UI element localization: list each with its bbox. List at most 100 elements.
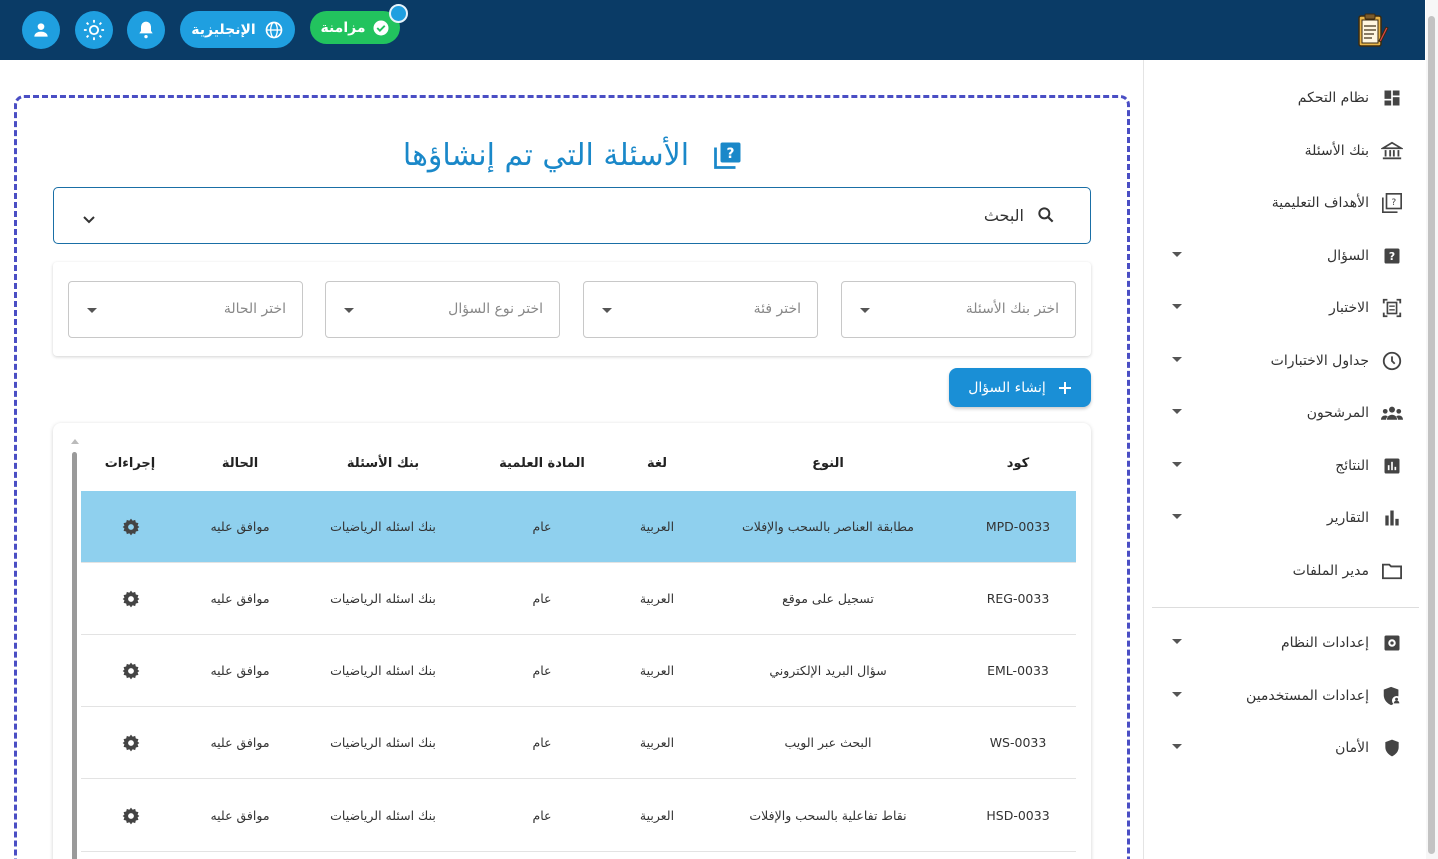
create-question-button[interactable]: إنشاء السؤال <box>949 368 1091 407</box>
column-header-language[interactable]: لغة <box>617 456 697 471</box>
sidebar-item-label: التقارير <box>1326 510 1369 526</box>
cell-language: العربية <box>639 663 675 678</box>
cell-status: موافق عليه <box>210 591 270 606</box>
sidebar: نظام التحكم بنك الأسئلة الأهداف التعليمي… <box>1143 60 1426 859</box>
exam-icon <box>1381 297 1403 319</box>
language-button[interactable]: الإنجليزية <box>180 11 295 48</box>
sidebar-item-question-bank[interactable]: بنك الأسئلة <box>1144 131 1427 171</box>
chevron-down-icon <box>1172 252 1182 257</box>
chevron-down-icon <box>1172 304 1182 309</box>
cell-status: موافق عليه <box>210 808 270 823</box>
filters-card: اختر بنك الأسئلة اختر فئة اختر نوع السؤا… <box>53 262 1091 356</box>
sidebar-item-label: نظام التحكم <box>1297 90 1369 106</box>
sidebar-item-file-manager[interactable]: مدير الملفات <box>1144 551 1427 591</box>
chevron-down-icon <box>1172 639 1182 644</box>
sidebar-item-exam-schedules[interactable]: جداول الاختبارات <box>1144 341 1427 381</box>
app-logo[interactable] <box>1352 11 1390 49</box>
sidebar-item-question[interactable]: السؤال ? <box>1144 236 1427 276</box>
user-shield-icon <box>1381 685 1403 707</box>
sync-indicator-dot <box>389 4 408 23</box>
sidebar-item-system-settings[interactable]: إعدادات النظام <box>1144 623 1427 663</box>
sidebar-item-results[interactable]: النتائج <box>1144 446 1427 486</box>
column-header-status[interactable]: الحالة <box>190 456 290 471</box>
sidebar-item-exam[interactable]: الاختبار <box>1144 288 1427 328</box>
chevron-down-icon[interactable] <box>82 210 96 229</box>
cell-type: مطابقة العناصر بالسحب والإفلات <box>741 519 914 534</box>
table-row[interactable]: MPD-0033 مطابقة العناصر بالسحب والإفلات … <box>81 491 1076 563</box>
svg-text:?: ? <box>1389 250 1395 263</box>
sidebar-item-security[interactable]: الأمان <box>1144 728 1427 768</box>
page-title-text: الأسئلة التي تم إنشاؤها <box>402 137 690 173</box>
column-header-actions: إجراءات <box>104 456 156 471</box>
cell-subject: عام <box>532 519 552 534</box>
gear-icon[interactable] <box>121 661 141 681</box>
sidebar-item-objectives[interactable]: الأهداف التعليمية ? <box>1144 183 1427 223</box>
sidebar-divider <box>1152 607 1419 608</box>
page-title: ? الأسئلة التي تم إنشاؤها <box>388 133 758 177</box>
gear-icon[interactable] <box>121 806 141 826</box>
cell-status: موافق عليه <box>210 519 270 534</box>
table-scrollbar[interactable] <box>70 437 80 859</box>
column-header-code[interactable]: كود <box>968 456 1068 471</box>
search-label: البحث <box>983 206 1024 225</box>
sidebar-item-label: جداول الاختبارات <box>1270 353 1369 369</box>
page-scrollbar-thumb[interactable] <box>1428 16 1435 854</box>
top-bar: الإنجليزية مزامنة <box>0 0 1425 60</box>
cell-language: العربية <box>639 591 675 606</box>
cell-code: EML-0033 <box>987 663 1049 678</box>
objectives-icon: ? <box>1381 192 1403 214</box>
cell-type: تسجيل على موقع <box>782 591 874 606</box>
globe-icon <box>265 21 283 38</box>
bar-chart-icon <box>1381 507 1403 529</box>
sidebar-item-label: الأهداف التعليمية <box>1271 195 1369 211</box>
page-scrollbar[interactable] <box>1426 0 1438 859</box>
bell-icon <box>139 21 153 39</box>
question-icon: ? <box>1381 245 1403 267</box>
column-header-bank[interactable]: بنك الأسئلة <box>313 456 453 471</box>
table-row[interactable]: HSD-0033 نقاط تفاعلية بالسحب والإفلات ال… <box>81 780 1076 852</box>
settings-box-icon <box>1381 632 1403 654</box>
theme-toggle-button[interactable] <box>75 11 113 49</box>
table-scrollbar-thumb[interactable] <box>72 452 77 859</box>
cell-bank: بنك اسئله الرياضيات <box>330 735 436 750</box>
sidebar-item-reports[interactable]: التقارير <box>1144 498 1427 538</box>
table-row[interactable]: EML-0033 سؤال البريد الإلكتروني العربية … <box>81 635 1076 707</box>
question-type-select[interactable]: اختر نوع السؤال <box>325 281 560 338</box>
notifications-button[interactable] <box>127 11 165 49</box>
cell-status: موافق عليه <box>210 663 270 678</box>
sidebar-item-label: الأمان <box>1335 740 1369 756</box>
sync-label: مزامنة <box>320 19 366 36</box>
scroll-up-arrow-icon[interactable] <box>71 439 79 444</box>
table-row[interactable]: WS-0033 البحث عبر الويب العربية عام بنك … <box>81 707 1076 779</box>
profile-button[interactable] <box>22 11 60 49</box>
bank-icon <box>1381 140 1403 162</box>
cell-code: WS-0033 <box>989 735 1047 750</box>
sidebar-item-label: إعدادات النظام <box>1280 635 1369 651</box>
sidebar-item-dashboard[interactable]: نظام التحكم <box>1144 78 1427 118</box>
gear-icon[interactable] <box>121 589 141 609</box>
gear-icon[interactable] <box>121 517 141 537</box>
chevron-down-icon <box>344 308 354 313</box>
cell-subject: عام <box>532 663 552 678</box>
shield-icon <box>1381 737 1403 759</box>
sun-icon <box>83 19 105 41</box>
column-header-subject[interactable]: المادة العلمية <box>482 456 602 471</box>
search-input[interactable]: البحث <box>53 187 1091 244</box>
sidebar-item-candidates[interactable]: المرشحون <box>1144 393 1427 433</box>
status-select[interactable]: اختر الحالة <box>68 281 303 338</box>
table-row[interactable]: REG-0033 تسجيل على موقع العربية عام بنك … <box>81 563 1076 635</box>
cell-type: نقاط تفاعلية بالسحب والإفلات <box>749 808 907 823</box>
question-bank-select[interactable]: اختر بنك الأسئلة <box>841 281 1076 338</box>
search-icon <box>1036 205 1056 229</box>
column-header-type[interactable]: النوع <box>728 456 928 471</box>
category-select[interactable]: اختر فئة <box>583 281 818 338</box>
create-question-label: إنشاء السؤال <box>968 379 1046 396</box>
svg-text:?: ? <box>727 146 735 162</box>
cell-type: البحث عبر الويب <box>784 735 872 750</box>
sync-button[interactable]: مزامنة <box>310 11 400 44</box>
question-bank-title-icon: ? <box>714 142 741 169</box>
sidebar-item-user-settings[interactable]: إعدادات المستخدمين <box>1144 676 1427 716</box>
gear-icon[interactable] <box>121 733 141 753</box>
cell-subject: عام <box>532 808 552 823</box>
sidebar-item-label: النتائج <box>1335 458 1369 474</box>
